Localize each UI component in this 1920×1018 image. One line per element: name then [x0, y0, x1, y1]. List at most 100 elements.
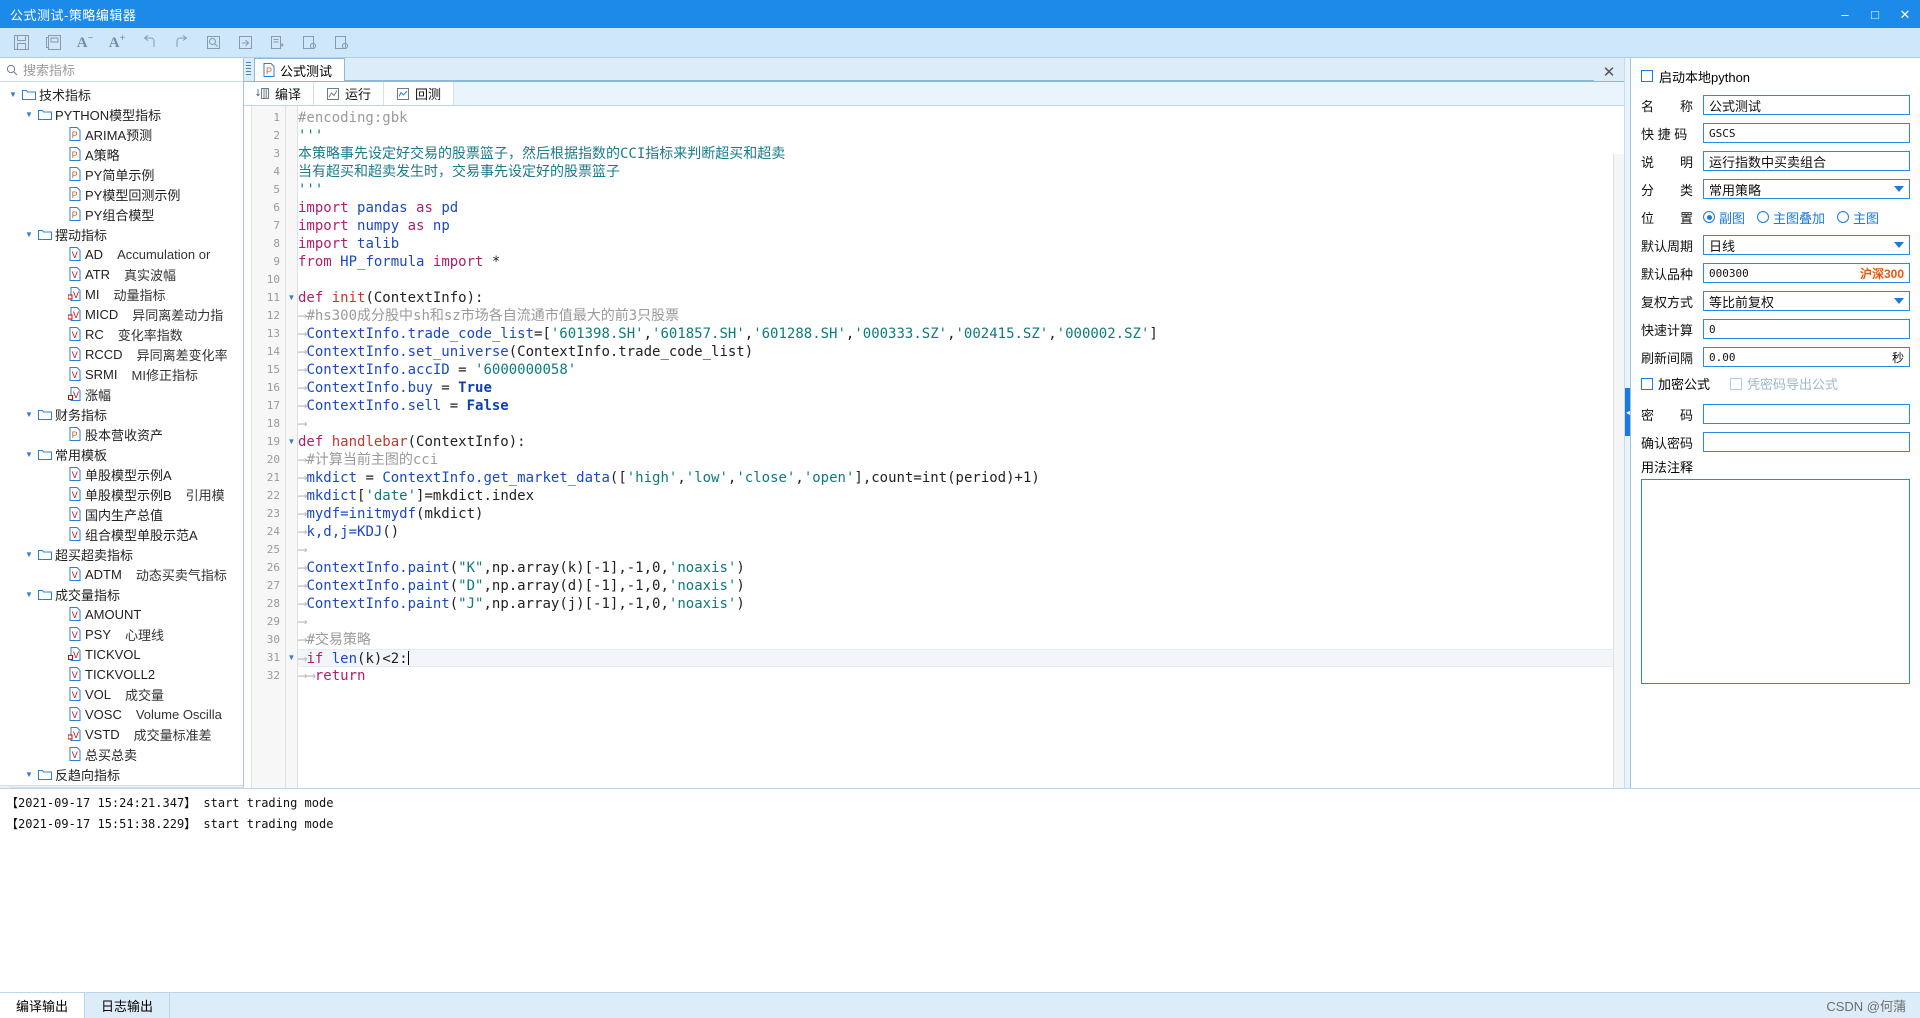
period-select[interactable]: 日线	[1703, 235, 1910, 255]
position-radio-mainchart[interactable]	[1837, 211, 1850, 223]
code-line[interactable]: import pandas as pd	[298, 199, 1624, 217]
tree-folder[interactable]: ▼ 技术指标	[0, 84, 243, 104]
tree-item[interactable]: V 总买总卖	[0, 744, 243, 764]
category-select[interactable]: 常用策略	[1703, 179, 1910, 199]
document-tab-formula-test[interactable]: P 公式测试	[254, 58, 346, 81]
code-line[interactable]: ⟶⟶return	[298, 667, 1624, 685]
fold-toggle-icon[interactable]: ▼	[286, 649, 297, 667]
tree-item[interactable]: V VOSC Volume Oscilla	[0, 704, 243, 724]
tree-item[interactable]: V MICD 异同离差动力指	[0, 304, 243, 324]
code-line[interactable]: ⟶	[298, 415, 1624, 433]
shortcut-field[interactable]: GSCS	[1703, 123, 1910, 143]
decrease-font-icon[interactable]: A−	[70, 30, 100, 56]
code-line[interactable]	[298, 271, 1624, 289]
code-line[interactable]: ⟶mkdict['date']=mkdict.index	[298, 487, 1624, 505]
description-field[interactable]: 运行指数中买卖组合	[1703, 151, 1910, 171]
compile-button[interactable]: 编译	[244, 82, 315, 105]
code-line[interactable]: ⟶	[298, 613, 1624, 631]
editor-code-area[interactable]: #encoding:gbk ''' 本策略事先设定好交易的股票篮子，然后根据指数的C…	[298, 106, 1624, 807]
indicator-search-bar[interactable]: 搜索指标	[0, 58, 243, 82]
code-line[interactable]: ⟶ContextInfo.sell = False	[298, 397, 1624, 415]
tree-item[interactable]: V PSY 心理线	[0, 624, 243, 644]
tree-folder[interactable]: ▼ 摆动指标	[0, 224, 243, 244]
name-field[interactable]: 公式测试	[1703, 95, 1910, 115]
refresh-field[interactable]: 0.00 秒	[1703, 347, 1910, 367]
position-radio-group[interactable]: 副图 主图叠加 主图	[1703, 208, 1910, 227]
tree-item[interactable]: V MI 动量指标	[0, 284, 243, 304]
encrypt-formula-checkbox[interactable]	[1641, 377, 1653, 390]
confirm-password-field[interactable]	[1703, 432, 1910, 452]
code-line[interactable]: ⟶#hs300成分股中sh和sz市场各自流通市值最大的前3只股票	[298, 307, 1624, 325]
tree-folder[interactable]: ▼ 超买超卖指标	[0, 544, 243, 564]
tree-item[interactable]: V 国内生产总值	[0, 504, 243, 524]
code-editor[interactable]: 1 2 3 4 5 6 7 8 9 10 11 12 13 14 15 16 17 18 19 20 21 22 23 24 2…	[244, 106, 1624, 807]
tree-item[interactable]: V ADTM 动态买卖气指标	[0, 564, 243, 584]
tree-item[interactable]: V VOL 成交量	[0, 684, 243, 704]
maximize-icon[interactable]: □	[1860, 0, 1890, 28]
adjust-select[interactable]: 等比前复权	[1703, 291, 1910, 311]
fold-toggle-icon[interactable]: ▼	[286, 289, 297, 307]
code-line[interactable]: def init(ContextInfo):	[298, 289, 1624, 307]
code-line[interactable]: ⟶ContextInfo.paint("J",np.array(j)[-1],-…	[298, 595, 1624, 613]
expand-collapse-icon[interactable]: ▼	[6, 90, 20, 99]
code-line[interactable]: ⟶#交易策略	[298, 631, 1624, 649]
tree-folder[interactable]: ▼ PYTHON模型指标	[0, 104, 243, 124]
code-line[interactable]: '''	[298, 127, 1624, 145]
export-icon[interactable]	[262, 30, 292, 56]
document-close-icon[interactable]: ✕	[1594, 63, 1624, 81]
close-icon[interactable]: ✕	[1890, 0, 1920, 28]
code-line[interactable]: ⟶#计算当前主图的cci	[298, 451, 1624, 469]
code-line[interactable]: ⟶ContextInfo.set_universe(ContextInfo.tr…	[298, 343, 1624, 361]
code-line[interactable]: ⟶ContextInfo.trade_code_list=['601398.SH…	[298, 325, 1624, 343]
local-python-row[interactable]: 启动本地python	[1641, 66, 1910, 86]
editor-fold-column[interactable]: ▼ ▼ ▼	[286, 106, 298, 807]
tree-item[interactable]: V RCCD 异同离差变化率	[0, 344, 243, 364]
symbol-field[interactable]: 000300 沪深300	[1703, 263, 1910, 283]
chevron-down-icon[interactable]	[1894, 186, 1904, 192]
tree-folder[interactable]: ▼ 财务指标	[0, 404, 243, 424]
undo-icon[interactable]	[134, 30, 164, 56]
code-line[interactable]: import talib	[298, 235, 1624, 253]
run-button[interactable]: 运行	[314, 82, 385, 105]
tree-folder[interactable]: ▼ 常用模板	[0, 444, 243, 464]
tree-item[interactable]: V RC 变化率指数	[0, 324, 243, 344]
code-line[interactable]: ⟶k,d,j=KDJ()	[298, 523, 1624, 541]
tree-item[interactable]: P PY组合模型	[0, 204, 243, 224]
tree-item[interactable]: V 单股模型示例A	[0, 464, 243, 484]
tree-item[interactable]: P 股本营收资产	[0, 424, 243, 444]
code-line[interactable]: 本策略事先设定好交易的股票篮子，然后根据指数的CCI指标来判断超买和超卖	[298, 145, 1624, 163]
expand-collapse-icon[interactable]: ▼	[22, 230, 36, 239]
expand-collapse-icon[interactable]: ▼	[22, 450, 36, 459]
export-with-password-checkbox[interactable]	[1730, 377, 1743, 390]
tree-item[interactable]: V 单股模型示例B 引用模	[0, 484, 243, 504]
tree-item[interactable]: V TICKVOLL2	[0, 664, 243, 684]
import-icon[interactable]	[230, 30, 260, 56]
code-line[interactable]: import numpy as np	[298, 217, 1624, 235]
code-line[interactable]: ⟶	[298, 541, 1624, 559]
password-field[interactable]	[1703, 404, 1910, 424]
formula-settings-icon[interactable]	[294, 30, 324, 56]
tree-item[interactable]: V TICKVOL	[0, 644, 243, 664]
tree-item[interactable]: V 组合模型单股示范A	[0, 524, 243, 544]
tree-folder[interactable]: ▼ 反趋向指标	[0, 764, 243, 784]
code-line[interactable]: 当有超买和超卖发生时，交易事先设定好的股票篮子	[298, 163, 1624, 181]
fastcalc-field[interactable]: 0	[1703, 319, 1910, 339]
redo-icon[interactable]	[166, 30, 196, 56]
code-line[interactable]: from HP_formula import *	[298, 253, 1624, 271]
chevron-down-icon[interactable]	[1894, 298, 1904, 304]
code-line[interactable]: ⟶ContextInfo.paint("D",np.array(d)[-1],-…	[298, 577, 1624, 595]
minimize-icon[interactable]: –	[1830, 0, 1860, 28]
tree-item[interactable]: P ARIMA预测	[0, 124, 243, 144]
code-line[interactable]: ⟶ContextInfo.accID = '6000000058'	[298, 361, 1624, 379]
tree-item[interactable]: P PY模型回测示例	[0, 184, 243, 204]
increase-font-icon[interactable]: A+	[102, 30, 132, 56]
tree-item[interactable]: V ATR 真实波幅	[0, 264, 243, 284]
indicator-tree[interactable]: ▼ 技术指标 ▼ PYTHON模型指标 P ARIMA预测 P A策略 P PY简单示例 P PY模型…	[0, 82, 243, 785]
tree-item[interactable]: P A策略	[0, 144, 243, 164]
expand-collapse-icon[interactable]: ▼	[22, 110, 36, 119]
tree-folder[interactable]: ▼ 成交量指标	[0, 584, 243, 604]
tree-item[interactable]: V AD Accumulation or	[0, 244, 243, 264]
expand-collapse-icon[interactable]: ▼	[22, 550, 36, 559]
backtest-button[interactable]: 回测	[384, 82, 455, 105]
tree-item[interactable]: V AMOUNT	[0, 604, 243, 624]
